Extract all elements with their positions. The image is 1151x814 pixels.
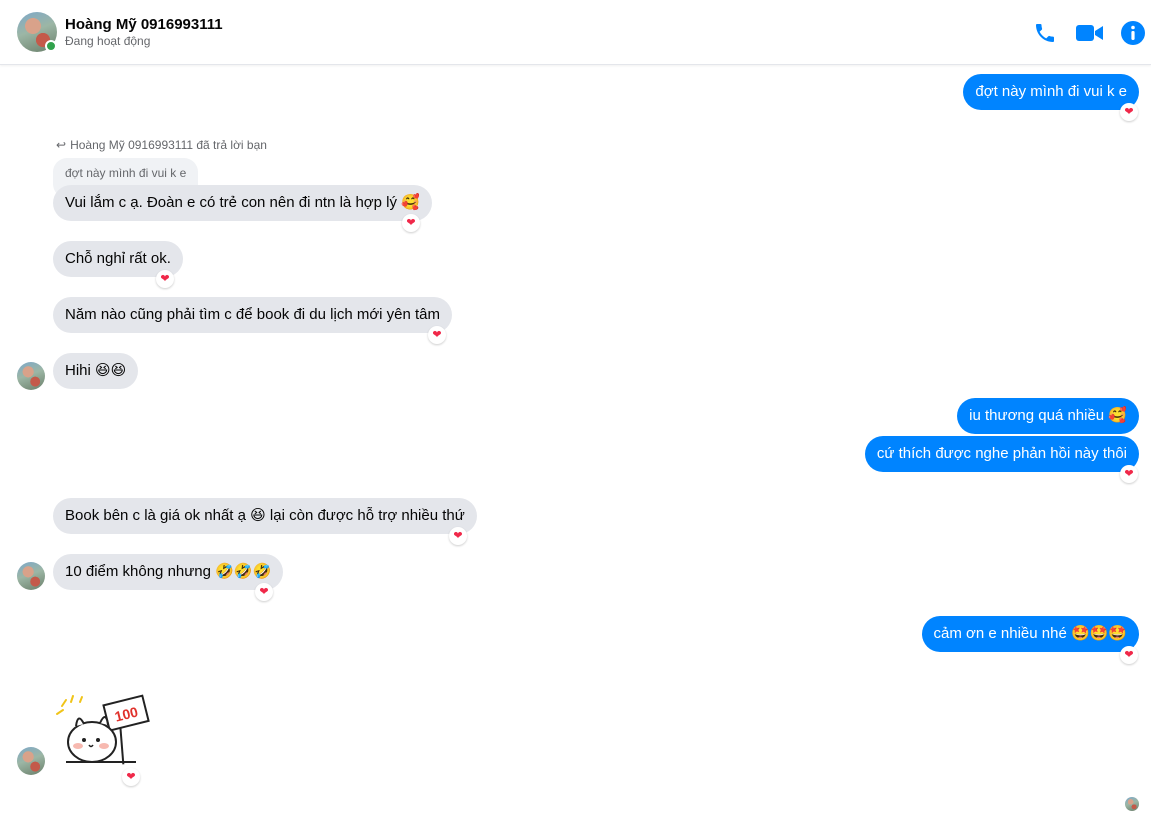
message-bubble-outgoing[interactable]: đợt này mình đi vui k e [963, 74, 1139, 110]
message-bubble-incoming[interactable]: Book bên c là giá ok nhất ạ 😆 lại còn đư… [53, 498, 477, 534]
sticker-100-bunny[interactable]: 100 [52, 692, 152, 772]
message-bubble-outgoing[interactable]: cảm ơn e nhiều nhé 🤩🤩🤩 [921, 616, 1139, 652]
contact-avatar-small[interactable] [17, 562, 45, 590]
conversation-header: Hoàng Mỹ 0916993111 Đang hoạt động [0, 0, 1151, 65]
message-bubble-incoming[interactable]: Hihi 😆😆 [53, 353, 139, 389]
heart-reaction-icon[interactable]: ❤ [402, 214, 420, 232]
contact-avatar-small[interactable] [17, 747, 45, 775]
heart-reaction-icon[interactable]: ❤ [1120, 646, 1138, 664]
video-camera-icon[interactable] [1074, 20, 1106, 46]
contact-status: Đang hoạt động [65, 34, 151, 48]
info-icon[interactable] [1120, 20, 1146, 46]
message-bubble-outgoing[interactable]: cứ thích được nghe phản hồi này thôi [864, 436, 1139, 472]
contact-avatar[interactable] [17, 12, 57, 52]
reply-label-text: Hoàng Mỹ 0916993111 đã trả lời bạn [70, 138, 267, 152]
message-bubble-incoming[interactable]: Năm nào cũng phải tìm c để book đi du lị… [53, 297, 453, 333]
contact-name[interactable]: Hoàng Mỹ 0916993111 [65, 16, 223, 33]
message-bubble-incoming[interactable]: 10 điểm không nhưng 🤣🤣🤣 [53, 554, 284, 590]
contact-avatar-small[interactable] [17, 362, 45, 390]
heart-reaction-icon[interactable]: ❤ [122, 768, 140, 786]
seen-indicator-avatar [1125, 797, 1139, 811]
message-bubble-incoming[interactable]: Vui lắm c ạ. Đoàn e có trẻ con nên đi nt… [53, 185, 432, 221]
reply-arrow-icon: ↩ [56, 138, 67, 152]
phone-icon[interactable] [1032, 20, 1058, 46]
message-bubble-outgoing[interactable]: iu thương quá nhiều 🥰 [957, 398, 1139, 434]
heart-reaction-icon[interactable]: ❤ [449, 527, 467, 545]
heart-reaction-icon[interactable]: ❤ [1120, 465, 1138, 483]
heart-reaction-icon[interactable]: ❤ [156, 270, 174, 288]
reply-indicator: ↩ Hoàng Mỹ 0916993111 đã trả lời bạn [56, 138, 267, 152]
heart-reaction-icon[interactable]: ❤ [255, 583, 273, 601]
heart-reaction-icon[interactable]: ❤ [428, 326, 446, 344]
online-status-dot [45, 40, 57, 52]
heart-reaction-icon[interactable]: ❤ [1120, 103, 1138, 121]
